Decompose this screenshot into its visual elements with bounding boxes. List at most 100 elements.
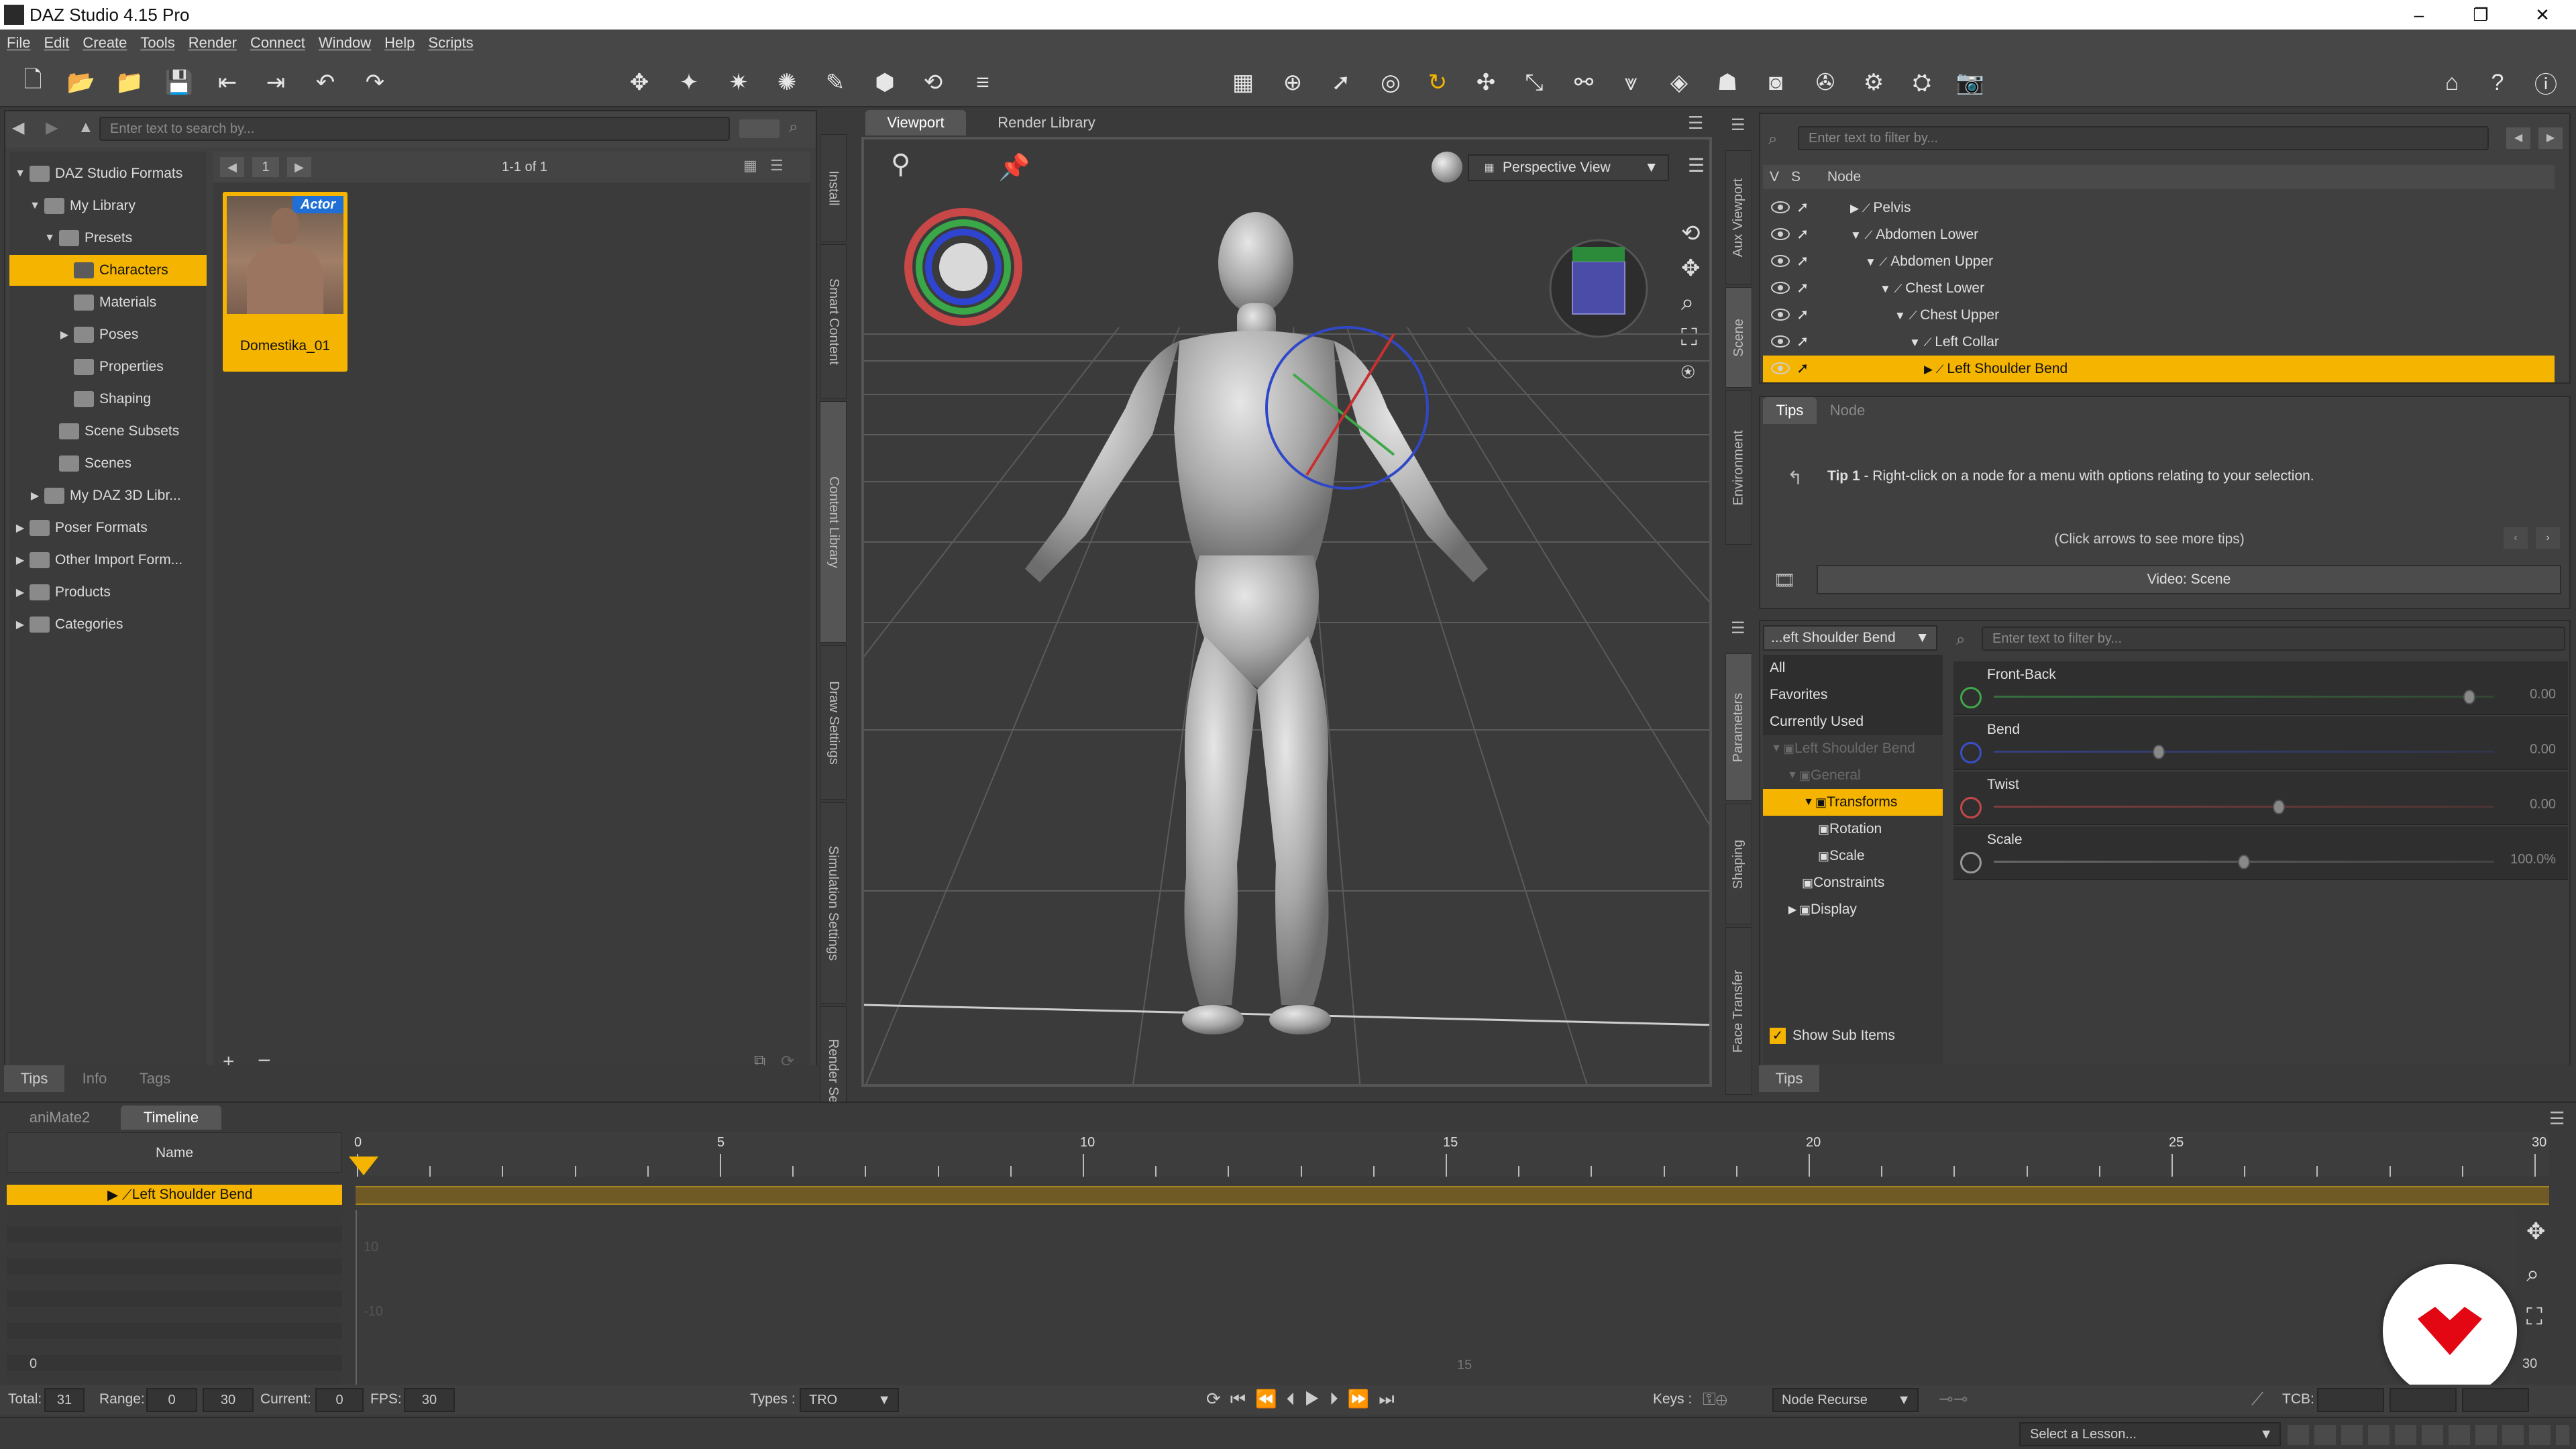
surface-selection-icon[interactable]: ◈ [1664, 67, 1695, 98]
slider-bend[interactable]: Bend 0.00 [1953, 716, 2568, 770]
tab-viewport[interactable]: Viewport [865, 110, 966, 136]
param-cat-scale[interactable]: ▣ Scale [1763, 843, 1943, 869]
next-key-icon[interactable]: ⏩ [1348, 1389, 1379, 1409]
vtab-parameters[interactable]: Parameters [1725, 653, 1752, 801]
range-start-field[interactable]: 0 [146, 1388, 197, 1412]
merge-icon[interactable]: 📁 [114, 67, 145, 98]
pin-tool-icon[interactable]: ✎ [820, 67, 851, 98]
pane-menu-icon[interactable]: ☰ [1688, 113, 1703, 133]
go-end-icon[interactable]: ⏭ [1379, 1389, 1403, 1409]
menu-scripts[interactable]: Scripts [421, 34, 480, 52]
expand-arrow-icon[interactable]: ▶ [13, 618, 27, 631]
prev-key-icon[interactable]: ⏪ [1255, 1389, 1286, 1409]
bone-icon[interactable]: ▼ ⟋ [1909, 336, 1935, 349]
expand-arrow-icon[interactable]: ▶ [13, 586, 27, 599]
eye-icon[interactable] [1771, 201, 1790, 213]
total-field[interactable]: 31 [44, 1388, 85, 1412]
tree-item-properties[interactable]: Properties [9, 352, 207, 382]
page-number-field[interactable]: 1 [252, 157, 279, 177]
import-icon[interactable]: ⇤ [212, 67, 243, 98]
lesson-select[interactable]: Select a Lesson... ▼ [2019, 1422, 2281, 1446]
tree-item-my-daz-3d-libr[interactable]: ▶ My DAZ 3D Libr... [9, 480, 207, 511]
slider-knob[interactable] [2463, 690, 2475, 704]
bone-icon[interactable]: ▶ ⟋ [1850, 202, 1873, 215]
scene-forward-icon[interactable]: ▶ [2538, 127, 2563, 149]
selectable-icon[interactable]: ➚ [1796, 279, 1809, 297]
tab-tips[interactable]: Tips [1763, 397, 1817, 424]
zoom-icon[interactable]: ⌕ [1681, 290, 1694, 316]
point-light-icon[interactable]: ✺ [771, 67, 802, 98]
tree-item-other-import-form[interactable]: ▶ Other Import Form... [9, 545, 207, 576]
figure-icon[interactable]: ☗ [1712, 67, 1743, 98]
tree-item-categories[interactable]: ▶ Categories [9, 609, 207, 640]
vtab-install[interactable]: Install [820, 134, 847, 241]
scene-filter-input[interactable]: Enter text to filter by... [1798, 126, 2489, 150]
next-page-button[interactable]: ▶ [287, 157, 311, 177]
transform-tool-icon[interactable]: ⟲ [918, 67, 949, 98]
export-icon[interactable]: ⇥ [260, 67, 291, 98]
power-pose-icon[interactable]: ✇ [1810, 67, 1841, 98]
slider-value[interactable]: 0.00 [2530, 742, 2556, 757]
open-icon[interactable]: 📂 [66, 67, 97, 98]
menu-edit[interactable]: Edit [37, 34, 76, 52]
draw-style-icon[interactable] [1432, 152, 1462, 182]
expand-arrow-icon[interactable]: ▼ [43, 232, 56, 244]
reset-dial-icon[interactable] [1960, 687, 1982, 708]
tcb-tension-field[interactable] [2317, 1388, 2384, 1412]
param-cat-constraints[interactable]: ▣ Constraints [1763, 869, 1943, 896]
current-frame-field[interactable]: 0 [315, 1388, 364, 1412]
vtab-draw-settings[interactable]: Draw Settings [820, 645, 847, 800]
slider-track[interactable] [1994, 751, 2494, 753]
restore-button[interactable]: ❐ [2450, 0, 2512, 30]
help-icon[interactable]: ⓘ [2530, 67, 2561, 98]
redo-icon[interactable]: ↷ [360, 67, 390, 98]
go-start-icon[interactable]: ⏮ [1230, 1389, 1255, 1409]
bone-icon[interactable]: ▼ ⟋ [1865, 256, 1890, 268]
tab-info-left[interactable]: Info [64, 1065, 125, 1092]
eye-icon[interactable] [1771, 335, 1790, 347]
param-cat-transforms[interactable]: ▼ ▣ Transforms [1763, 789, 1943, 816]
slider-value[interactable]: 0.00 [2530, 687, 2556, 702]
param-cat-left-shoulder-bend[interactable]: ▼ ▣ Left Shoulder Bend [1763, 735, 1943, 762]
pan-icon[interactable]: ✥ [1681, 255, 1701, 282]
tab-tags-left[interactable]: Tags [125, 1065, 185, 1092]
graph-pan-icon[interactable]: ✥ [2526, 1218, 2546, 1245]
slider-knob[interactable] [2273, 800, 2286, 814]
tree-item-poser-formats[interactable]: ▶ Poser Formats [9, 513, 207, 543]
menu-connect[interactable]: Connect [244, 34, 312, 52]
vtab-environment[interactable]: Environment [1725, 390, 1752, 545]
asset-tile-domestika[interactable]: Actor Domestika_01 [223, 192, 347, 372]
bone-icon[interactable]: ▶ ⟋ [1924, 363, 1947, 376]
scene-node-abdomen-lower[interactable]: ➚ ▼ ⟋ Abdomen Lower [1763, 221, 2555, 248]
node-recurse-select[interactable]: Node Recurse ▼ [1772, 1388, 1919, 1412]
bone-icon[interactable]: ▼ ⟋ [1850, 229, 1876, 241]
param-cat-favorites[interactable]: Favorites [1763, 682, 1943, 708]
play-icon[interactable]: ▶ [1305, 1389, 1330, 1409]
tree-item-scene-subsets[interactable]: Scene Subsets [9, 416, 207, 447]
slider-track[interactable] [1994, 806, 2494, 808]
tree-item-characters[interactable]: Characters [9, 255, 207, 286]
show-sub-items-checkbox[interactable]: ✓ [1770, 1028, 1786, 1044]
close-button[interactable]: ✕ [2512, 0, 2573, 30]
vtab-smart-content[interactable]: Smart Content [820, 244, 847, 398]
forward-arrow-icon[interactable]: ▶ [46, 118, 58, 138]
eye-icon[interactable] [1771, 228, 1790, 240]
param-cat-general[interactable]: ▼ ▣ General [1763, 762, 1943, 789]
grid-view-icon[interactable]: ▦ [743, 157, 763, 177]
viewport-canvas[interactable]: ⚲ 📌 ▦ Perspective View ▼ ☰ ⟲ ✥ ⌕ ⛶ ⍟ [861, 137, 1712, 1087]
expand-arrow-icon[interactable]: ▼ [1770, 743, 1783, 755]
render-icon[interactable]: 📷 [1955, 67, 1986, 98]
expand-arrow-icon[interactable]: ▼ [13, 168, 27, 180]
content-search-input[interactable]: Enter text to search by... [99, 117, 730, 141]
scene-node-chest-lower[interactable]: ➚ ▼ ⟋ Chest Lower [1763, 275, 2555, 302]
translate-tool-icon[interactable]: ✣ [1470, 67, 1501, 98]
expand-arrow-icon[interactable]: ▶ [13, 553, 27, 567]
back-arrow-icon[interactable]: ◀ [12, 118, 24, 138]
tree-item-shaping[interactable]: Shaping [9, 384, 207, 415]
expand-arrow-icon[interactable]: ▼ [1786, 769, 1799, 782]
tcb-icon[interactable]: ⟋ [2251, 1389, 2263, 1410]
slider-front-back[interactable]: Front-Back 0.00 [1953, 661, 2568, 715]
tcb-continuity-field[interactable] [2390, 1388, 2457, 1412]
playhead-marker[interactable] [349, 1157, 378, 1175]
expand-arrow-icon[interactable]: ▼ [28, 200, 42, 212]
